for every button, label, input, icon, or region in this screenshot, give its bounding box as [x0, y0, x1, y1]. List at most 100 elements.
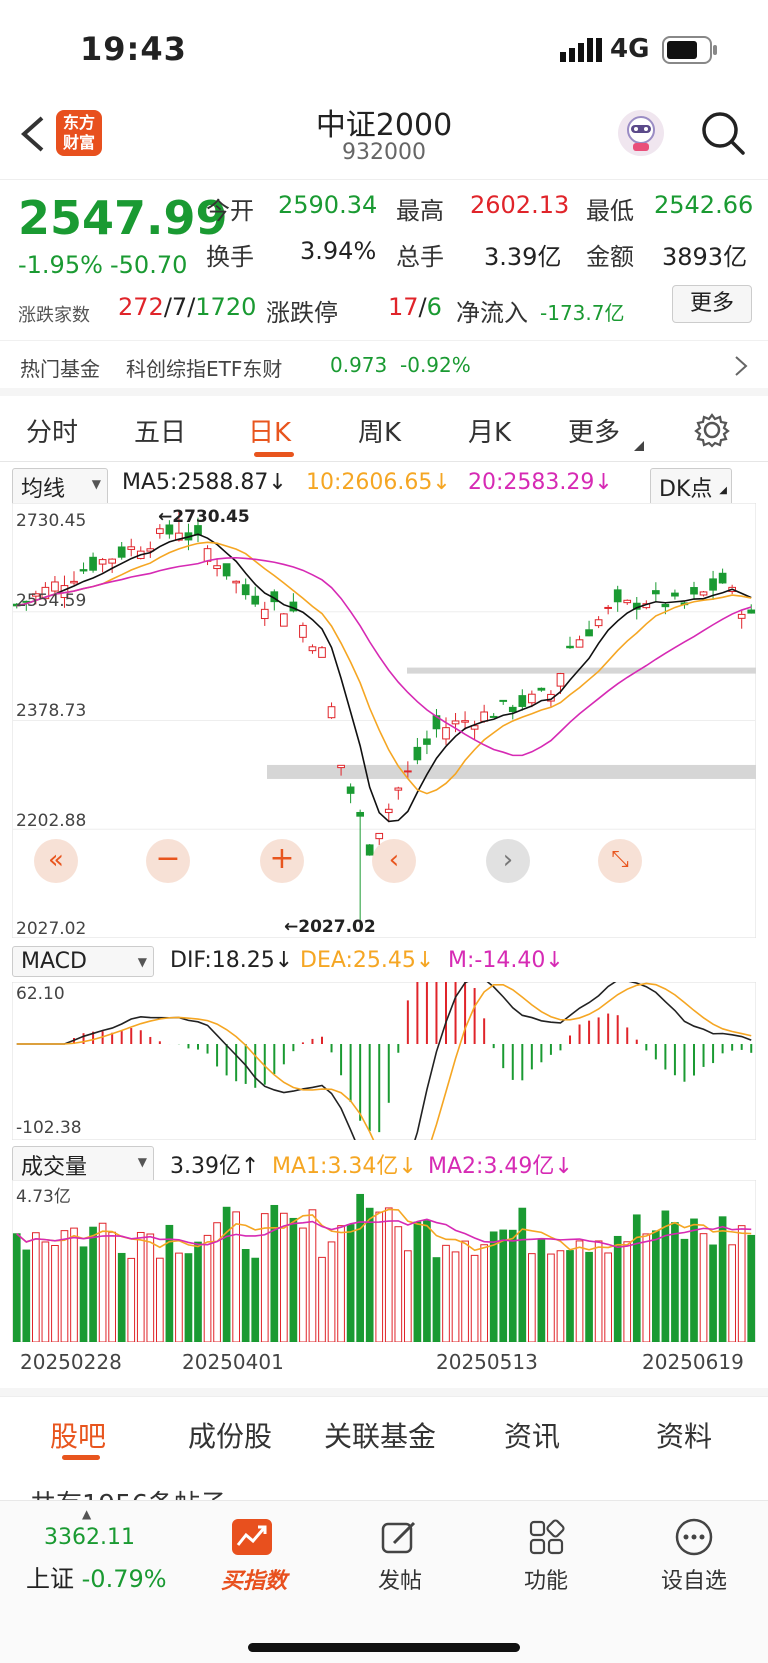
post-label[interactable]: 发帖	[370, 1563, 430, 1595]
volume-bar	[499, 1229, 508, 1343]
candle-body	[556, 673, 565, 687]
volume-bar	[480, 1244, 488, 1343]
volume-bar	[32, 1232, 40, 1343]
volume-bar	[547, 1253, 555, 1343]
battery-icon	[662, 36, 718, 68]
buy-index-icon[interactable]	[232, 1519, 272, 1555]
volume-bar	[508, 1229, 517, 1343]
volume-bar	[194, 1241, 202, 1343]
add-watchlist-label[interactable]: 设自选	[654, 1563, 734, 1595]
volume-bar	[375, 1211, 384, 1343]
date-label-3: 20250513	[436, 1350, 538, 1374]
tab-news[interactable]: 资讯	[504, 1415, 560, 1455]
more-button[interactable]: 更多	[672, 285, 752, 323]
dk-point-button[interactable]: DK点 ◢	[650, 468, 732, 506]
y-label-2: 2554.59	[16, 591, 87, 611]
volume-bar	[232, 1211, 240, 1343]
compose-icon[interactable]	[380, 1519, 418, 1561]
hot-fund-bar[interactable]: 热门基金 科创综指ETF东财 0.973 -0.92%	[0, 340, 768, 396]
candle-body	[575, 639, 584, 648]
netflow-value: -173.7亿	[540, 301, 625, 325]
volume-bar	[642, 1233, 651, 1343]
macd-select[interactable]: MACD ▼	[12, 946, 154, 977]
settings-gear-icon[interactable]	[694, 412, 730, 452]
volume-value: 3.39亿	[484, 243, 562, 271]
fullscreen-icon[interactable]: ⤡	[598, 839, 642, 883]
scroll-left-far-icon[interactable]: «	[34, 839, 78, 883]
candle-body	[499, 699, 508, 702]
dif-value: DIF:18.25↓	[170, 948, 294, 973]
volume-bar	[365, 1207, 374, 1343]
candle-body	[127, 546, 136, 550]
candle-body	[213, 565, 221, 570]
candle-body	[623, 599, 632, 604]
breadth-values: 272/7/1720	[118, 293, 257, 321]
function-label[interactable]: 功能	[516, 1563, 576, 1595]
limit-label: 涨跌停	[266, 299, 338, 327]
quote-panel: 2547.99 -1.95% -50.70 涨跌家数 272/7/1720 今开…	[0, 181, 768, 336]
tab-related-funds[interactable]: 关联基金	[324, 1415, 436, 1455]
function-grid-icon[interactable]	[528, 1519, 566, 1561]
macd-chart[interactable]: 62.10 -102.38	[11, 898, 757, 1202]
home-indicator	[248, 1643, 520, 1652]
breadth-label: 涨跌家数	[18, 305, 90, 326]
volume-bar	[356, 1193, 364, 1343]
tab-daily-k[interactable]: 日K	[248, 412, 291, 449]
assistant-avatar-icon[interactable]	[618, 110, 664, 156]
max-marker: ←2730.45	[158, 507, 250, 527]
candle-body	[461, 720, 469, 723]
candle-body	[260, 608, 269, 620]
volume-bar	[661, 1210, 670, 1343]
volume-bar	[241, 1249, 250, 1343]
sh-index-change: -0.79%	[81, 1565, 167, 1593]
more-dots-icon[interactable]	[674, 1517, 714, 1561]
netflow-label: 净流入	[456, 299, 528, 327]
open-value: 2590.34	[278, 191, 378, 219]
volume-bar	[127, 1257, 136, 1343]
m-value: M:-14.40↓	[448, 948, 564, 973]
candle-body	[747, 609, 756, 614]
ma-select[interactable]: 均线 ▼	[12, 468, 108, 506]
volume-bar	[318, 1256, 326, 1343]
gap-zone	[407, 667, 756, 674]
candle-body	[394, 787, 403, 791]
candle-body	[451, 720, 460, 725]
tab-minute[interactable]: 分时	[26, 412, 78, 449]
volume-bar	[308, 1209, 317, 1343]
volume-chart[interactable]: 4.73亿	[11, 1179, 757, 1343]
volume-bar	[699, 1233, 708, 1343]
up-triangle-icon: ▲	[82, 1507, 92, 1521]
volume-select[interactable]: 成交量 ▼	[12, 1146, 154, 1184]
volume-bar	[184, 1253, 193, 1343]
volume-bar	[394, 1226, 403, 1343]
tab-monthly-k[interactable]: 月K	[468, 412, 511, 449]
candle-body	[117, 546, 126, 558]
volume-bar	[12, 1233, 21, 1343]
change-value: -50.70	[110, 251, 188, 279]
tab-more[interactable]: 更多	[568, 412, 620, 449]
sh-index-value[interactable]: 3362.11	[44, 1525, 135, 1550]
zoom-in-icon[interactable]: +	[260, 839, 304, 883]
tab-5day[interactable]: 五日	[134, 412, 186, 449]
section-divider	[0, 1388, 768, 1396]
volume-bar	[423, 1220, 431, 1343]
candle-body	[671, 592, 679, 597]
search-icon[interactable]	[700, 110, 746, 160]
sh-index-row[interactable]: 上证 -0.79%	[26, 1559, 167, 1594]
tab-guba[interactable]: 股吧	[50, 1415, 106, 1455]
zoom-out-icon[interactable]: −	[146, 839, 190, 883]
scroll-left-icon[interactable]: ‹	[372, 839, 416, 883]
tab-profile[interactable]: 资料	[656, 1415, 712, 1455]
active-tab-indicator	[254, 452, 294, 457]
candle-body	[318, 647, 326, 658]
candle-body	[375, 832, 384, 840]
macd-svg	[11, 898, 757, 1202]
kline-chart[interactable]: 2730.45 2554.59 2378.73 2202.88 2027.02 …	[11, 502, 757, 939]
tab-weekly-k[interactable]: 周K	[358, 412, 401, 449]
status-bar: 19:43 4G	[0, 0, 768, 100]
volume-bar	[461, 1240, 469, 1343]
buy-index-label[interactable]: 买指数	[212, 1563, 296, 1595]
candle-body	[299, 624, 307, 638]
scroll-right-icon[interactable]: ›	[486, 839, 530, 883]
tab-constituents[interactable]: 成份股	[188, 1415, 272, 1455]
